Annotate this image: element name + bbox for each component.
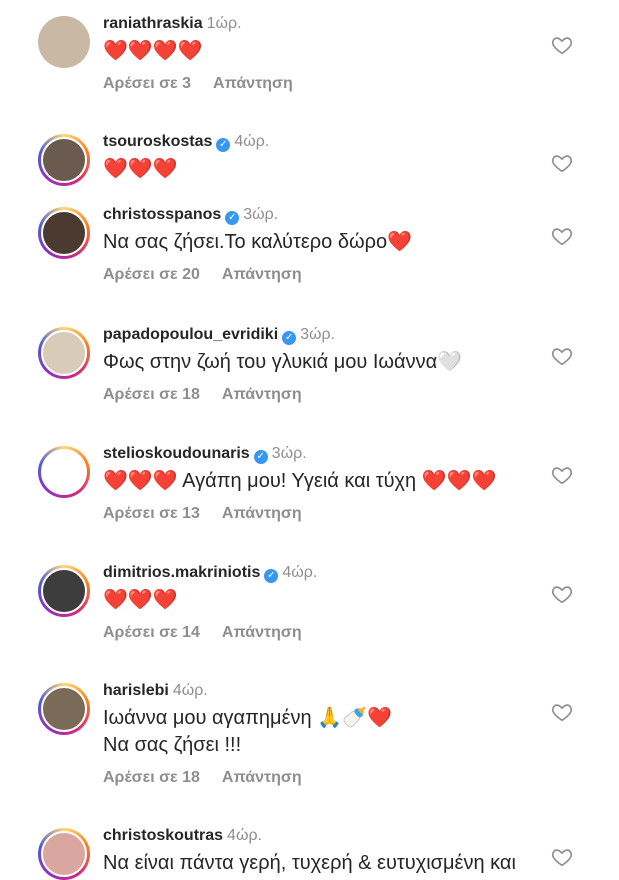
comment-actions: Αρέσει σε 14 Απάντηση <box>103 624 549 642</box>
verified-badge-icon: ✓ <box>264 569 279 583</box>
comment-body: christosspanos ✓ 3ώρ. Να σας ζήσει.Το καλύτ… <box>103 205 549 284</box>
avatar-image <box>41 137 87 183</box>
verified-badge-icon: ✓ <box>216 138 231 152</box>
heart-outline-icon[interactable] <box>551 34 573 56</box>
comment-text: Να σας ζήσει !!! <box>103 734 242 756</box>
comment-text: Φως στην ζωή του γλυκιά μου Ιωάννα🤍 <box>103 351 463 373</box>
comment-header: stelioskoudounaris ✓ 3ώρ. <box>103 444 549 464</box>
avatar[interactable] <box>38 16 90 68</box>
avatar[interactable] <box>38 134 90 186</box>
likes-count-link[interactable]: Αρέσει σε 13 <box>103 505 200 522</box>
likes-count-link[interactable]: Αρέσει σε 18 <box>103 769 200 786</box>
timestamp: 3ώρ. <box>243 206 279 223</box>
comment-header: dimitrios.makriniotis ✓ 4ώρ. <box>103 563 549 583</box>
avatar[interactable] <box>38 327 90 379</box>
avatar-image <box>41 449 87 495</box>
avatar-image <box>41 330 87 376</box>
likes-count-link[interactable]: Αρέσει σε 18 <box>103 386 200 403</box>
comment-header: christosspanos ✓ 3ώρ. <box>103 205 549 225</box>
comment-header: papadopoulou_evridiki ✓ 3ώρ. <box>103 325 549 345</box>
avatar[interactable] <box>38 683 90 735</box>
username[interactable]: raniathraskia <box>103 15 203 32</box>
avatar-image <box>41 831 87 877</box>
timestamp: 4ώρ. <box>234 133 270 150</box>
heart-outline-icon[interactable] <box>551 152 573 174</box>
comment-header: raniathraskia 1ώρ. <box>103 14 549 34</box>
reply-button[interactable]: Απάντηση <box>222 266 302 283</box>
timestamp: 3ώρ. <box>300 326 336 343</box>
comment-body: raniathraskia 1ώρ. ❤️❤️❤️❤️ Αρέσει σε 3 Απάν… <box>103 14 549 93</box>
reply-button[interactable]: Απάντηση <box>222 386 302 403</box>
heart-outline-icon[interactable] <box>551 225 573 247</box>
comment-text: Να είναι πάντα γερή, τυχερή & ευτυχισμέν… <box>103 852 516 874</box>
avatar[interactable] <box>38 207 90 259</box>
timestamp: 4ώρ. <box>227 827 262 844</box>
likes-count-link[interactable]: Αρέσει σε 20 <box>103 266 200 283</box>
comment-body: christoskoutras 4ώρ. Να είναι πάντα γερή, … <box>103 826 549 877</box>
verified-badge-icon: ✓ <box>253 450 268 464</box>
comment-header: tsouroskostas ✓ 4ώρ. <box>103 132 549 152</box>
comment-body: dimitrios.makriniotis ✓ 4ώρ. ❤️❤️❤️ Αρέσει σ… <box>103 563 549 642</box>
verified-badge-icon: ✓ <box>282 331 297 345</box>
comment-actions: Αρέσει σε 18 Απάντηση <box>103 769 549 787</box>
username[interactable]: stelioskoudounaris <box>103 445 250 462</box>
comment-text: Ιωάννα μου αγαπημένη 🙏🍼❤️ <box>103 707 392 729</box>
comment-text: ❤️❤️❤️ <box>103 158 178 180</box>
heart-outline-icon[interactable] <box>551 464 573 486</box>
reply-button[interactable]: Απάντηση <box>222 505 302 522</box>
timestamp: 4ώρ. <box>282 564 318 581</box>
avatar-image <box>41 568 87 614</box>
timestamp: 4ώρ. <box>172 682 208 699</box>
comment-body: harislebi 4ώρ. Ιωάννα μου αγαπημένη 🙏🍼❤️ Να… <box>103 681 549 787</box>
heart-outline-icon[interactable] <box>551 701 573 723</box>
avatar-image <box>41 686 87 732</box>
comment-actions: Αρέσει σε 18 Απάντηση <box>103 386 549 404</box>
comment-body: papadopoulou_evridiki ✓ 3ώρ. Φως στην ζωή τ… <box>103 325 549 404</box>
heart-outline-icon[interactable] <box>551 846 573 868</box>
avatar[interactable] <box>38 446 90 498</box>
reply-button[interactable]: Απάντηση <box>213 75 293 92</box>
heart-outline-icon[interactable] <box>551 345 573 367</box>
heart-outline-icon[interactable] <box>551 583 573 605</box>
reply-button[interactable]: Απάντηση <box>222 624 302 641</box>
verified-badge-icon: ✓ <box>225 211 240 225</box>
avatar[interactable] <box>38 828 90 880</box>
comment-actions: Αρέσει σε 3 Απάντηση <box>103 75 549 93</box>
timestamp: 1ώρ. <box>206 15 242 32</box>
likes-count-link[interactable]: Αρέσει σε 3 <box>103 75 191 92</box>
avatar-image <box>38 16 90 68</box>
username[interactable]: dimitrios.makriniotis <box>103 564 260 581</box>
comment-text: Να σας ζήσει.Το καλύτερο δώρο❤️ <box>103 231 413 253</box>
avatar[interactable] <box>38 565 90 617</box>
comment-actions: Αρέσει σε 13 Απάντηση <box>103 505 549 523</box>
username[interactable]: papadopoulou_evridiki <box>103 326 278 343</box>
comment-body: stelioskoudounaris ✓ 3ώρ. ❤️❤️❤️ Αγάπη μου!… <box>103 444 549 523</box>
comment-body: tsouroskostas ✓ 4ώρ. ❤️❤️❤️ <box>103 132 549 183</box>
username[interactable]: christosspanos <box>103 206 221 223</box>
reply-button[interactable]: Απάντηση <box>222 769 302 786</box>
avatar-image <box>41 210 87 256</box>
timestamp: 3ώρ. <box>271 445 307 462</box>
username[interactable]: harislebi <box>103 682 169 699</box>
comment-header: christoskoutras 4ώρ. <box>103 826 549 846</box>
username[interactable]: tsouroskostas <box>103 133 212 150</box>
likes-count-link[interactable]: Αρέσει σε 14 <box>103 624 200 641</box>
comment-text: ❤️❤️❤️❤️ <box>103 40 203 62</box>
comment-text: ❤️❤️❤️ Αγάπη μου! Υγειά και τύχη ❤️❤️❤️ <box>103 470 497 492</box>
comment-header: harislebi 4ώρ. <box>103 681 549 701</box>
comment-actions: Αρέσει σε 20 Απάντηση <box>103 266 549 284</box>
comment-text: ❤️❤️❤️ <box>103 589 178 611</box>
username[interactable]: christoskoutras <box>103 827 223 844</box>
